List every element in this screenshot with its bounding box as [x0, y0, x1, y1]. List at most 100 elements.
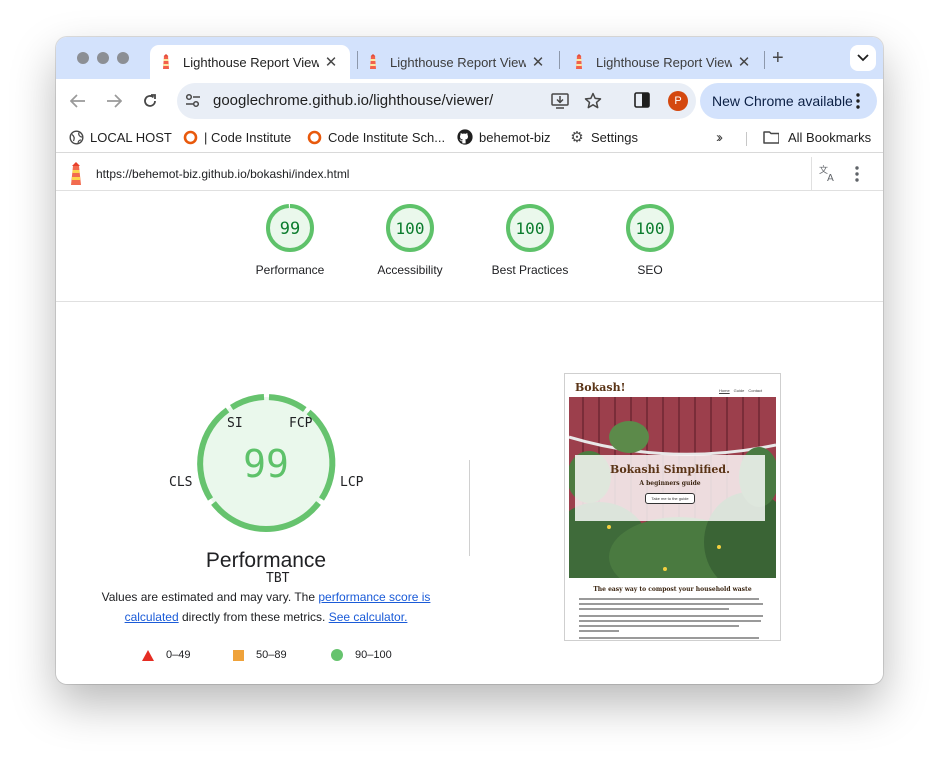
new-chrome-available-button[interactable]: New Chrome available	[700, 83, 877, 119]
section-divider	[469, 460, 470, 556]
close-tab-icon[interactable]: ✕	[736, 53, 752, 71]
bookmark-behemot-biz[interactable]: behemot-biz	[457, 129, 551, 145]
gauge-accessibility[interactable]: 100 Accessibility	[340, 203, 480, 277]
reload-button[interactable]	[140, 91, 160, 111]
gauge-best-practices[interactable]: 100 Best Practices	[460, 203, 600, 277]
minimize-window-button[interactable]	[97, 52, 109, 64]
reload-icon	[144, 94, 156, 107]
legend-fail: 0–49	[142, 649, 190, 661]
performance-score: 99	[243, 442, 289, 486]
bookmark-code-institute-school[interactable]: Code Institute Sch...	[306, 129, 445, 145]
zoom-window-button[interactable]	[117, 52, 129, 64]
tab-lighthouse-3[interactable]: Lighthouse Report Viewer ✕	[563, 45, 763, 79]
toolbar: googlechrome.github.io/lighthouse/viewer…	[56, 79, 883, 123]
url-text: googlechrome.github.io/lighthouse/viewer…	[213, 92, 494, 109]
side-panel-icon[interactable]	[634, 92, 650, 108]
score-value: 100	[636, 219, 665, 238]
metric-label-fcp[interactable]: FCP	[289, 416, 312, 431]
bookmark-label: Settings	[591, 129, 638, 145]
browser-window: Lighthouse Report Viewer ✕ Lighthouse Re…	[56, 37, 883, 684]
tab-search-button[interactable]	[850, 45, 876, 71]
note-text: directly from these metrics.	[178, 610, 329, 624]
all-bookmarks-folder[interactable]: All Bookmarks	[763, 129, 871, 145]
bookmark-local-host[interactable]: LOCAL HOST	[68, 129, 172, 145]
tab-title: Lighthouse Report Viewer	[596, 54, 732, 70]
back-button[interactable]	[68, 91, 88, 111]
circle-icon	[331, 649, 343, 661]
github-icon	[457, 129, 473, 145]
close-tab-icon[interactable]: ✕	[530, 53, 546, 71]
report-tools: 文A	[811, 157, 883, 190]
score-ring: 99	[266, 204, 314, 252]
gauge-seo[interactable]: 100 SEO	[580, 203, 720, 277]
metric-label-cls[interactable]: CLS	[169, 475, 192, 490]
close-tab-icon[interactable]: ✕	[323, 53, 339, 71]
score-value: 99	[280, 219, 300, 239]
more-bookmarks-chevron-icon[interactable]: ››	[716, 129, 723, 146]
site-brand: Bokash!	[575, 381, 626, 394]
report-topbar: https://behemot-biz.github.io/bokashi/in…	[56, 157, 883, 191]
site-nav-item: Contact	[748, 388, 763, 393]
site-section-title: The easy way to compost your household w…	[593, 586, 752, 593]
score-value: 100	[516, 219, 545, 238]
tab-title: Lighthouse Report Viewer	[183, 54, 319, 70]
score-ring: 100	[386, 204, 434, 252]
site-nav: Home Guide Contact	[719, 388, 762, 393]
gauge-label: Performance	[255, 263, 325, 277]
tab-lighthouse-2[interactable]: Lighthouse Report Viewer ✕	[357, 45, 557, 79]
tab-lighthouse-1[interactable]: Lighthouse Report Viewer ✕	[150, 45, 350, 79]
metric-label-lcp[interactable]: LCP	[340, 475, 363, 490]
text-line	[579, 598, 759, 600]
update-label: New Chrome available	[712, 93, 853, 109]
legend-average: 50–89	[233, 649, 287, 661]
bookmark-label: LOCAL HOST	[90, 129, 172, 145]
category-scores: 99 Performance 100 Accessibility 100 Bes…	[56, 191, 883, 302]
score-ring: 100	[626, 204, 674, 252]
legend-range: 0–49	[166, 649, 191, 661]
lighthouse-favicon-icon	[163, 54, 169, 69]
site-hero-card: Bokashi Simplified. A beginners guide Ta…	[575, 455, 765, 521]
close-window-button[interactable]	[77, 52, 89, 64]
tab-strip: Lighthouse Report Viewer ✕ Lighthouse Re…	[56, 37, 883, 79]
score-ring: 100	[506, 204, 554, 252]
hero-title: Bokashi Simplified.	[610, 463, 730, 476]
metric-label-si[interactable]: SI	[227, 416, 243, 431]
report-url[interactable]: https://behemot-biz.github.io/bokashi/in…	[96, 167, 349, 181]
hero-subtitle: A beginners guide	[639, 480, 701, 487]
profile-avatar[interactable]: P	[668, 91, 688, 111]
folder-icon	[763, 129, 779, 145]
gauge-performance[interactable]: 99 Performance	[220, 203, 360, 277]
text-line	[579, 608, 729, 610]
bookmark-settings[interactable]: ⚙ Settings	[569, 129, 638, 146]
bookmark-code-institute[interactable]: | Code Institute	[182, 129, 291, 145]
score-note: Values are estimated and may vary. The p…	[96, 587, 436, 627]
forward-button[interactable]	[104, 91, 124, 111]
square-icon	[233, 649, 244, 661]
lighthouse-favicon-icon	[370, 54, 376, 69]
bookmark-label: behemot-biz	[479, 129, 551, 145]
legend-pass: 90–100	[331, 649, 392, 661]
code-institute-icon	[306, 129, 322, 145]
arrow-left-icon	[70, 94, 85, 108]
performance-section: 99 SI FCP LCP TBT CLS Performance Values…	[56, 303, 883, 684]
new-tab-button[interactable]: +	[772, 47, 784, 70]
report-menu-icon[interactable]	[854, 165, 860, 183]
note-text: Values are estimated and may vary. The	[101, 590, 319, 604]
text-line	[579, 637, 759, 639]
chevron-down-icon	[857, 54, 869, 62]
bookmark-star-icon[interactable]	[584, 92, 602, 110]
text-line	[579, 603, 763, 605]
see-calculator-link[interactable]: See calculator.	[329, 610, 408, 624]
install-app-icon[interactable]	[551, 92, 569, 110]
lighthouse-logo-icon	[71, 162, 81, 185]
translate-icon[interactable]: 文A	[818, 163, 838, 183]
final-screenshot[interactable]: Bokash! Home Guide Contact Bokashi Simpl…	[564, 373, 781, 641]
svg-text:A: A	[827, 173, 834, 183]
metric-label-tbt[interactable]: TBT	[266, 571, 289, 586]
text-line	[579, 630, 619, 632]
address-bar[interactable]: googlechrome.github.io/lighthouse/viewer…	[177, 83, 696, 119]
bookmarks-divider	[746, 132, 747, 146]
kebab-menu-icon	[856, 93, 860, 109]
bookmark-label: All Bookmarks	[788, 129, 872, 145]
site-info-icon	[185, 93, 200, 108]
